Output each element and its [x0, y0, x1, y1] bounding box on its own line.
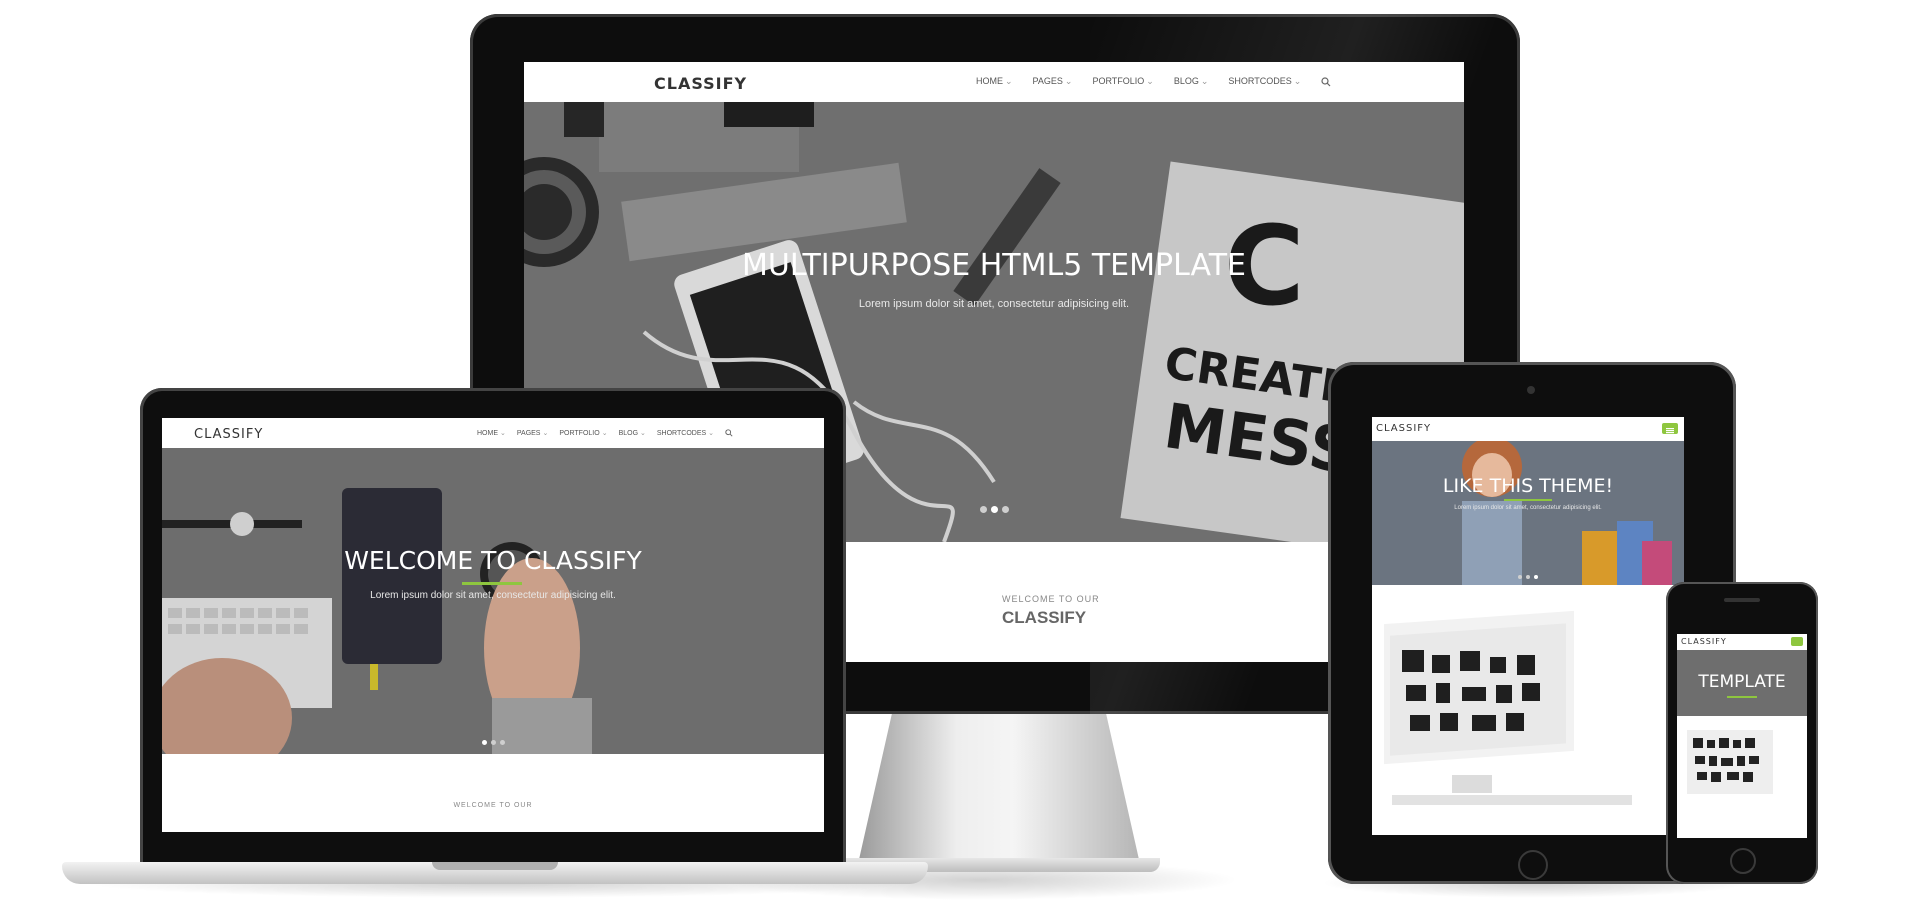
nav-home[interactable]: HOME ⌄: [477, 429, 506, 437]
slider-dots: [1372, 575, 1684, 579]
slider-dots: [162, 740, 824, 745]
laptop-device: CLASSIFY HOME ⌄ PAGES ⌄ PORTFOLIO ⌄ BLOG ⌄ S…: [140, 388, 846, 866]
monitor-stand: [858, 714, 1140, 864]
site-header: CLASSIFY: [1372, 417, 1684, 441]
nav-portfolio[interactable]: PORTFOLIO ⌄: [1092, 76, 1153, 87]
slider-dot-active[interactable]: [990, 506, 998, 513]
nav-portfolio[interactable]: PORTFOLIO ⌄: [559, 429, 607, 437]
hero-slider: WELCOME TO CLASSIFY Lorem ipsum dolor si…: [162, 448, 824, 754]
title-underline: [1504, 499, 1552, 501]
site-logo[interactable]: CLASSIFY: [1376, 423, 1431, 434]
slider-dot[interactable]: [979, 506, 987, 513]
hero-subtitle: Lorem ipsum dolor sit amet, consectetur …: [858, 298, 1130, 310]
nav-pages[interactable]: PAGES ⌄: [517, 429, 548, 437]
nav-shortcodes[interactable]: SHORTCODES ⌄: [657, 429, 714, 437]
menu-icon[interactable]: [1791, 637, 1803, 646]
slider-dot-active[interactable]: [481, 740, 487, 745]
hero-title: MULTIPURPOSE HTML5 TEMPLATE: [742, 248, 1246, 283]
main-nav: HOME ⌄ PAGES ⌄ PORTFOLIO ⌄ BLOG ⌄ SHORTCODES…: [976, 76, 1331, 87]
nav-shortcodes[interactable]: SHORTCODES ⌄: [1228, 76, 1301, 87]
product-image: [1677, 716, 1807, 838]
hero-background-photo: [162, 448, 824, 754]
slider-dot[interactable]: [1518, 575, 1522, 579]
home-button[interactable]: [1730, 848, 1756, 874]
menu-icon[interactable]: [1662, 423, 1678, 434]
hero-title: WELCOME TO CLASSIFY: [344, 546, 642, 575]
nav-blog[interactable]: BLOG ⌄: [1174, 76, 1209, 87]
hero-title: LIKE THIS THEME!: [1442, 475, 1614, 497]
title-underline: [1727, 696, 1757, 698]
hero-subtitle: Lorem ipsum dolor sit amet, consectetur …: [1454, 505, 1602, 511]
search-icon[interactable]: [1321, 76, 1331, 87]
search-icon[interactable]: [725, 429, 733, 437]
welcome-small: WELCOME TO OUR: [1002, 594, 1100, 604]
welcome-small: WELCOME TO OUR: [453, 802, 533, 809]
hero-title: TEMPLATE: [1698, 672, 1786, 692]
phone-screen: CLASSIFY TEMPLATE: [1677, 634, 1807, 838]
hero-slider: TEMPLATE: [1677, 650, 1807, 716]
site-logo[interactable]: CLASSIFY: [1681, 637, 1727, 646]
nav-pages[interactable]: PAGES ⌄: [1033, 76, 1073, 87]
hero-background-photo: [1372, 441, 1684, 585]
speaker-icon: [1724, 598, 1760, 602]
hero-subtitle: Lorem ipsum dolor sit amet, consectetur …: [370, 590, 616, 601]
site-logo[interactable]: CLASSIFY: [194, 427, 263, 442]
home-button[interactable]: [1518, 850, 1548, 880]
site-header: CLASSIFY: [1677, 634, 1807, 650]
phone-device: CLASSIFY TEMPLATE: [1666, 582, 1818, 884]
site-header: CLASSIFY HOME ⌄ PAGES ⌄ PORTFOLIO ⌄ BLOG ⌄ S…: [524, 62, 1464, 102]
nav-home[interactable]: HOME ⌄: [976, 76, 1013, 87]
product-image: [1372, 585, 1684, 835]
slider-dot-active[interactable]: [1534, 575, 1538, 579]
title-underline: [462, 582, 522, 585]
slider-dot[interactable]: [1001, 506, 1009, 513]
slider-dot[interactable]: [490, 740, 496, 745]
tablet-screen: CLASSIFY LIKE THIS THEME! Lorem ipsum do…: [1372, 417, 1684, 835]
hero-slider: LIKE THIS THEME! Lorem ipsum dolor sit a…: [1372, 441, 1684, 585]
nav-blog[interactable]: BLOG ⌄: [619, 429, 646, 437]
camera-icon: [1527, 386, 1535, 394]
slider-dot[interactable]: [499, 740, 505, 745]
laptop-screen: CLASSIFY HOME ⌄ PAGES ⌄ PORTFOLIO ⌄ BLOG ⌄ S…: [162, 418, 824, 832]
slider-dot[interactable]: [1526, 575, 1530, 579]
main-nav: HOME ⌄ PAGES ⌄ PORTFOLIO ⌄ BLOG ⌄ SHORTCODES…: [477, 429, 733, 437]
welcome-title: CLASSIFY: [1002, 608, 1087, 627]
site-logo[interactable]: CLASSIFY: [654, 74, 747, 93]
welcome-section: WELCOME TO OUR: [162, 754, 824, 832]
site-header: CLASSIFY HOME ⌄ PAGES ⌄ PORTFOLIO ⌄ BLOG ⌄ S…: [162, 418, 824, 448]
